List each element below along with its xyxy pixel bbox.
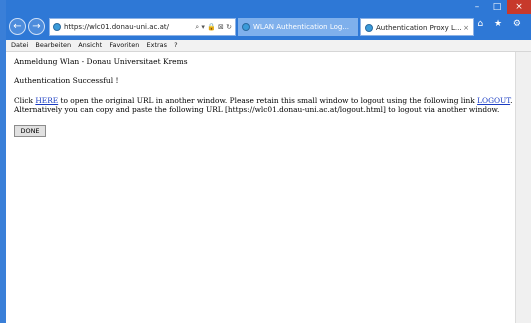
tab-wlan-authentication[interactable]: WLAN Authentication Log... <box>238 18 358 36</box>
tab-label: Authentication Proxy L... <box>376 24 462 32</box>
maximize-button[interactable]: □ <box>487 0 507 14</box>
tab-favicon-icon <box>242 23 250 31</box>
site-favicon-icon <box>53 23 61 31</box>
done-button[interactable]: DONE <box>14 125 46 137</box>
page-title: Anmeldung Wlan - Donau Universitaet Krem… <box>14 57 188 66</box>
menu-item-bearbeiten[interactable]: Bearbeiten <box>35 41 71 49</box>
window-caption-buttons: – □ × <box>467 0 531 14</box>
tab-label: WLAN Authentication Log... <box>253 23 350 31</box>
page-content: Anmeldung Wlan - Donau Universitaet Krem… <box>6 52 515 323</box>
browser-toolbar: ← → https://wlc01.donau-uni.ac.at/ ⌕ ▾ 🔒… <box>6 14 531 40</box>
menu-item-ansicht[interactable]: Ansicht <box>78 41 102 49</box>
tab-authentication-proxy[interactable]: Authentication Proxy L... × <box>360 18 474 36</box>
menu-item-datei[interactable]: Datei <box>11 41 28 49</box>
browser-window: – □ × ← → https://wlc01.donau-uni.ac.at/… <box>6 0 531 323</box>
logout-link[interactable]: LOGOUT <box>477 96 510 105</box>
tab-favicon-icon <box>365 24 373 32</box>
back-icon[interactable]: ← <box>9 18 26 35</box>
success-message: Authentication Successful ! <box>14 76 119 85</box>
here-link[interactable]: HERE <box>35 96 58 105</box>
alternative-instructions: Alternatively you can copy and paste the… <box>14 105 500 114</box>
address-bar[interactable]: https://wlc01.donau-uni.ac.at/ ⌕ ▾ 🔒 ⊠ ↻ <box>49 18 236 36</box>
address-bar-icons[interactable]: ⌕ ▾ 🔒 ⊠ ↻ <box>195 19 232 35</box>
forward-icon[interactable]: → <box>28 18 45 35</box>
menu-item-favoriten[interactable]: Favoriten <box>109 41 139 49</box>
instructions-text: Click <box>14 96 36 105</box>
minimize-button[interactable]: – <box>467 0 487 14</box>
address-url: https://wlc01.donau-uni.ac.at/ <box>64 23 169 31</box>
menu-item-help[interactable]: ? <box>174 41 177 49</box>
menu-bar: Datei Bearbeiten Ansicht Favoriten Extra… <box>6 40 531 52</box>
instructions-text: to open the original URL in another wind… <box>58 96 478 105</box>
instructions-text: . <box>510 96 513 105</box>
instructions-paragraph: Click HERE to open the original URL in a… <box>14 96 514 114</box>
tab-close-icon[interactable]: × <box>463 19 469 35</box>
menu-item-extras[interactable]: Extras <box>147 41 168 49</box>
close-window-button[interactable]: × <box>507 0 531 14</box>
vertical-scrollbar[interactable] <box>515 52 531 323</box>
home-favorites-settings-icons[interactable]: ⌂ ★ ⚙ <box>477 19 525 29</box>
